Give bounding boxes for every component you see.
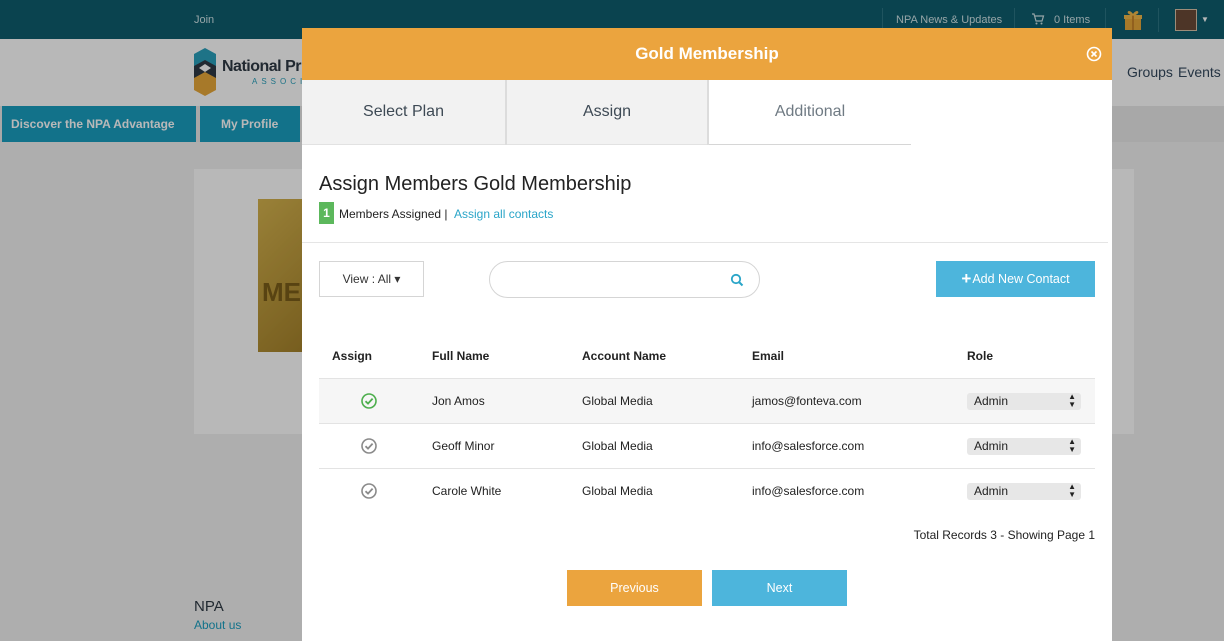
table-row: Jon Amos Global Media jamos@fonteva.com … (319, 378, 1095, 423)
select-arrows-icon: ▲ ▼ (1068, 392, 1076, 409)
select-arrows-icon: ▲ ▼ (1068, 437, 1076, 454)
account-name-cell: Global Media (582, 394, 653, 408)
table-row: Geoff Minor Global Media info@salesforce… (319, 423, 1095, 468)
members-assigned-label: Members Assigned | (339, 207, 448, 221)
assign-heading: Assign Members Gold Membership (319, 173, 632, 195)
table-row: Carole White Global Media info@salesforc… (319, 468, 1095, 513)
column-header-assign: Assign (332, 349, 373, 363)
total-records-label: Total Records 3 - Showing Page 1 (913, 528, 1095, 542)
email-cell: info@salesforce.com (752, 439, 865, 453)
modal-title: Gold Membership (635, 44, 779, 63)
search-box (489, 261, 760, 298)
role-select[interactable]: Admin ▲ ▼ (967, 483, 1081, 500)
full-name-cell: Carole White (432, 484, 502, 498)
tab-additional[interactable]: Additional (709, 80, 911, 145)
next-button[interactable]: Next (712, 570, 847, 606)
check-circle-icon[interactable] (360, 392, 378, 410)
membership-modal: Gold Membership Select Plan Assign Addit… (302, 28, 1112, 641)
section-divider (302, 242, 1108, 243)
column-header-full-name: Full Name (432, 349, 490, 363)
modal-tabs: Select Plan Assign Additional (302, 80, 1112, 145)
column-header-email: Email (752, 349, 785, 363)
close-icon[interactable] (1086, 46, 1102, 62)
account-name-cell: Global Media (582, 439, 653, 453)
tab-assign[interactable]: Assign (507, 80, 707, 145)
column-header-role: Role (967, 349, 994, 363)
check-circle-icon[interactable] (360, 437, 378, 455)
assigned-count-badge: 1 (319, 202, 334, 224)
role-value: Admin (974, 439, 1009, 453)
search-icon[interactable] (730, 273, 744, 287)
tab-select-plan[interactable]: Select Plan (302, 80, 505, 145)
role-select[interactable]: Admin ▲ ▼ (967, 393, 1081, 410)
role-value: Admin (974, 484, 1009, 498)
role-value: Admin (974, 394, 1009, 408)
previous-button[interactable]: Previous (567, 570, 702, 606)
email-cell: info@salesforce.com (752, 484, 865, 498)
view-filter-dropdown[interactable]: View : All ▾ (319, 261, 424, 297)
role-select[interactable]: Admin ▲ ▼ (967, 438, 1081, 455)
plus-icon: + (961, 269, 972, 288)
column-header-account-name: Account Name (582, 349, 667, 363)
account-name-cell: Global Media (582, 484, 653, 498)
check-circle-icon[interactable] (360, 482, 378, 500)
add-new-contact-button[interactable]: +Add New Contact (936, 261, 1095, 297)
add-new-contact-label: Add New Contact (972, 272, 1070, 286)
select-arrows-icon: ▲ ▼ (1068, 482, 1076, 499)
email-cell: jamos@fonteva.com (752, 394, 862, 408)
modal-header: Gold Membership (302, 28, 1112, 80)
full-name-cell: Geoff Minor (432, 439, 495, 453)
assign-all-contacts-link[interactable]: Assign all contacts (454, 207, 553, 221)
full-name-cell: Jon Amos (432, 394, 485, 408)
search-input[interactable] (504, 270, 724, 290)
